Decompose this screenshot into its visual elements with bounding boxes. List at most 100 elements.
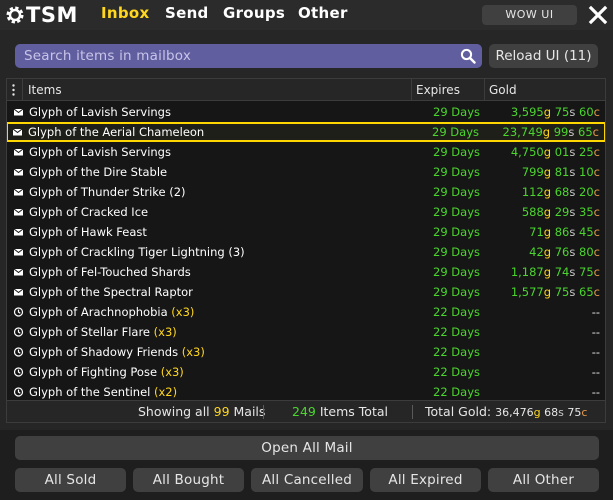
table-row[interactable]: Glyph of Arachnophobia (x3) 22 Days -- [7,302,605,322]
all-bought-button[interactable]: All Bought [133,468,244,492]
expires-value: 29 Days [433,145,480,159]
column-header-items[interactable]: Items [28,79,62,101]
footer-divider [412,405,413,419]
mail-icon [13,228,24,236]
item-name: Glyph of Stellar Flare (x3) [29,325,177,339]
gold-value: 3,595g 75s 60c [510,105,600,119]
tab-inbox[interactable]: Inbox [101,4,149,22]
column-divider [411,79,412,101]
item-name: Glyph of Fel-Touched Shards [29,265,191,279]
table-row[interactable]: Glyph of Fel-Touched Shards 29 Days 1,187g… [7,262,605,282]
logo-text: TSM [26,3,78,27]
table-row[interactable]: Glyph of Fighting Pose (x3) 22 Days -- [7,362,605,382]
table-row[interactable]: Glyph of Lavish Servings 29 Days 3,595g 75… [7,102,605,122]
gold-value: -- [591,365,600,379]
item-name: Glyph of the Spectral Raptor [29,285,193,299]
gold-value: 42g 76s 80c [529,245,600,259]
expires-value: 29 Days [433,265,480,279]
item-name: Glyph of Thunder Strike (2) [29,185,186,199]
tsm-logo: TSM [5,2,78,28]
table-header: Items Expires Gold [7,79,605,101]
table-row[interactable]: Glyph of Shadowy Friends (x3) 22 Days -- [7,342,605,362]
item-name: Glyph of the Sentinel (x2) [29,385,178,399]
gold-value: -- [591,305,600,319]
all-sold-button[interactable]: All Sold [15,468,126,492]
expires-value: 29 Days [433,185,480,199]
item-name: Glyph of Lavish Servings [29,105,171,119]
gold-value: -- [591,385,600,399]
clock-icon [13,367,24,377]
item-name: Glyph of Hawk Feast [29,225,147,239]
table-row[interactable]: Glyph of the Spectral Raptor 29 Days 1,577… [7,282,605,302]
gold-value: 1,577g 75s 65c [510,285,600,299]
more-options-icon[interactable] [12,84,15,96]
reload-ui-button[interactable]: Reload UI (11) [489,44,598,68]
open-all-mail-button[interactable]: Open All Mail [15,436,599,460]
tab-other[interactable]: Other [298,4,348,22]
gold-value: 112g 68s 20c [521,185,600,199]
total-gold: Total Gold: 36,476g 68s 75c [425,404,588,419]
search-placeholder: Search items in mailbox [24,48,192,64]
expires-value: 22 Days [433,305,480,319]
table-row[interactable]: Glyph of the Sentinel (x2) 22 Days -- [7,382,605,400]
table-body: Glyph of Lavish Servings 29 Days 3,595g 75… [7,102,605,400]
search-input[interactable]: Search items in mailbox [15,44,482,68]
table-row[interactable]: Glyph of Lavish Servings 29 Days 4,750g 01… [7,142,605,162]
search-icon[interactable] [460,48,476,64]
table-row[interactable]: Glyph of Stellar Flare (x3) 22 Days -- [7,322,605,342]
expires-value: 22 Days [433,345,480,359]
gold-value: 71g 86s 45c [529,225,600,239]
items-total: 249 Items Total [292,404,388,419]
expires-value: 29 Days [433,225,480,239]
mail-icon [12,128,23,136]
item-name: Glyph of the Aerial Chameleon [28,125,205,139]
tab-groups[interactable]: Groups [223,4,285,22]
gold-value: 1,187g 74s 75c [510,265,600,279]
item-name: Glyph of Shadowy Friends (x3) [29,345,205,359]
showing-count: Showing all 99 Mails [138,404,266,419]
column-divider [484,79,485,101]
table-row[interactable]: Glyph of Thunder Strike (2) 29 Days 112g 6… [7,182,605,202]
column-divider [22,79,23,101]
expires-value: 29 Days [433,285,480,299]
expires-value: 29 Days [432,125,479,139]
table-footer: Showing all 99 Mails 249 Items Total Tot… [7,400,605,422]
close-icon[interactable] [588,4,608,26]
clock-icon [13,387,24,397]
expires-value: 29 Days [433,105,480,119]
mail-icon [13,148,24,156]
expires-value: 29 Days [433,165,480,179]
all-other-button[interactable]: All Other [488,468,599,492]
clock-icon [13,327,24,337]
mail-icon [13,288,24,296]
inbox-panel: Search items in mailbox Reload UI (11) I… [0,30,613,430]
all-cancelled-button[interactable]: All Cancelled [251,468,363,492]
gold-value: 4,750g 01s 25c [510,145,600,159]
expires-value: 29 Days [433,205,480,219]
item-name: Glyph of Crackling Tiger Lightning (3) [29,245,245,259]
item-name: Glyph of the Dire Stable [29,165,168,179]
item-name: Glyph of Fighting Pose (x3) [29,365,184,379]
mail-icon [13,268,24,276]
table-row[interactable]: Glyph of Crackling Tiger Lightning (3) 29… [7,242,605,262]
mail-icon [13,208,24,216]
top-nav: TSM Inbox Send Groups Other WOW UI [0,0,613,30]
item-name: Glyph of Cracked Ice [29,205,149,219]
wow-ui-button[interactable]: WOW UI [482,5,577,25]
expires-value: 22 Days [433,385,480,399]
mail-icon [13,248,24,256]
mail-table: Items Expires Gold Glyph of Lavish Servi… [6,78,606,423]
mail-icon [13,108,24,116]
table-row[interactable]: Glyph of the Dire Stable 29 Days 799g 81s … [7,162,605,182]
expires-value: 22 Days [433,325,480,339]
column-header-expires[interactable]: Expires [416,79,460,101]
all-expired-button[interactable]: All Expired [370,468,481,492]
column-header-gold[interactable]: Gold [489,79,517,101]
tab-send[interactable]: Send [165,4,209,22]
table-row-selected[interactable]: Glyph of the Aerial Chameleon 29 Days 23,7… [7,122,605,142]
table-row[interactable]: Glyph of Cracked Ice 29 Days 588g 29s 35c [7,202,605,222]
expires-value: 22 Days [433,365,480,379]
expires-value: 29 Days [433,245,480,259]
table-row[interactable]: Glyph of Hawk Feast 29 Days 71g 86s 45c [7,222,605,242]
mail-icon [13,188,24,196]
